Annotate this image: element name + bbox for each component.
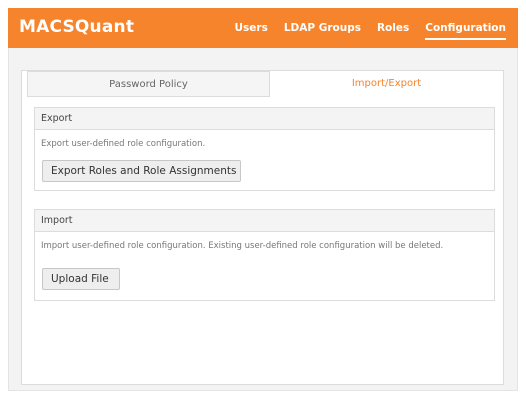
tab-password-policy[interactable]: Password Policy bbox=[27, 71, 270, 97]
import-section: Import Import user-defined role configur… bbox=[34, 209, 495, 301]
export-section-heading: Export bbox=[35, 108, 494, 130]
export-section: Export Export user-defined role configur… bbox=[34, 107, 495, 191]
top-navigation-bar: MACSQuant Users LDAP Groups Roles Config… bbox=[8, 8, 518, 48]
upload-file-button[interactable]: Upload File bbox=[42, 268, 120, 290]
nav-item-configuration[interactable]: Configuration bbox=[425, 22, 506, 40]
tab-import-export[interactable]: Import/Export bbox=[270, 71, 503, 97]
import-section-heading: Import bbox=[35, 210, 494, 232]
main-nav: Users LDAP Groups Roles Configuration bbox=[235, 8, 519, 48]
configuration-panel: Password Policy Import/Export Export Exp… bbox=[21, 70, 504, 385]
nav-item-roles[interactable]: Roles bbox=[377, 22, 409, 34]
nav-item-ldap-groups[interactable]: LDAP Groups bbox=[284, 22, 361, 34]
app-title: MACSQuant bbox=[19, 17, 135, 37]
export-roles-button[interactable]: Export Roles and Role Assignments bbox=[42, 160, 241, 182]
nav-item-users[interactable]: Users bbox=[235, 22, 268, 34]
export-description: Export user-defined role configuration. bbox=[41, 139, 206, 149]
import-description: Import user-defined role configuration. … bbox=[41, 241, 444, 251]
